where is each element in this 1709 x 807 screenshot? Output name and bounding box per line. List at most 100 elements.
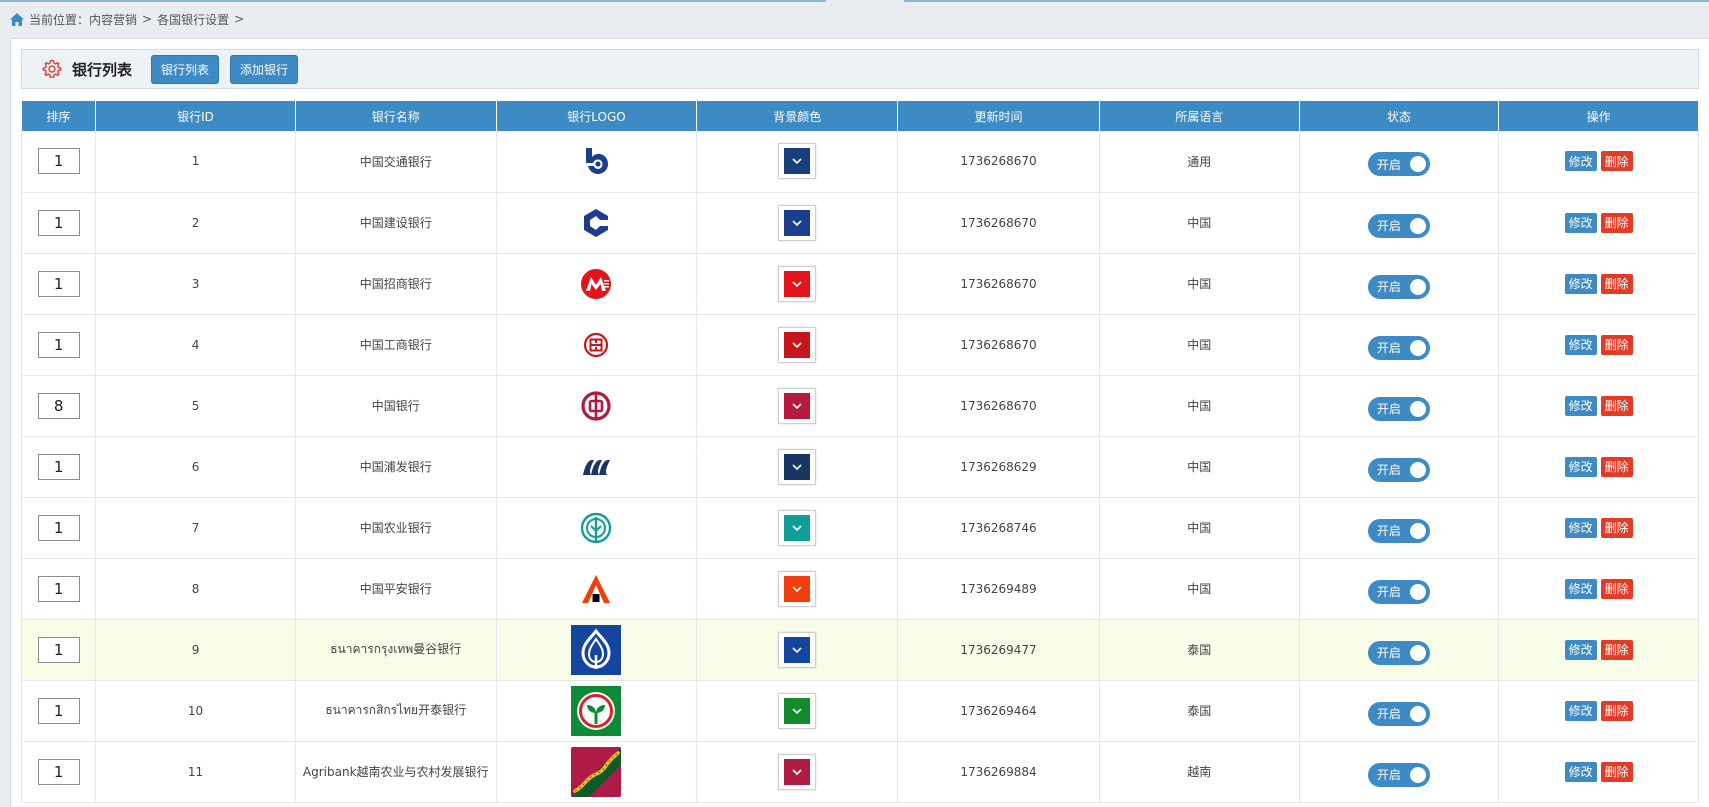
sort-order-input[interactable]: 1 [37,270,80,297]
sort-order-input[interactable]: 1 [37,575,80,602]
sort-order-input[interactable]: 1 [37,636,80,663]
delete-button[interactable]: 删除 [1600,578,1633,599]
bank-logo [580,148,612,175]
status-toggle[interactable]: 开启 [1367,457,1430,482]
sort-order-input[interactable]: 8 [37,392,80,419]
delete-button[interactable]: 删除 [1600,395,1633,416]
status-toggle[interactable]: 开启 [1367,152,1430,177]
column-header-updated[interactable]: 更新时间 [897,101,1100,131]
column-header-status[interactable]: 状态 [1299,101,1500,131]
sort-order-input[interactable]: 1 [37,148,80,175]
column-header-sort[interactable]: 排序 [21,101,97,131]
sort-order-input[interactable]: 1 [37,453,80,480]
status-toggle-label: 开启 [1376,646,1401,660]
color-picker[interactable] [778,326,817,363]
bank-name-cell: 中国平安银行 [295,558,497,620]
edit-button[interactable]: 修改 [1564,517,1597,538]
table-row: 1 9 ธนาคารกรุงเทพ曼谷银行 1736269477 泰国 开启 修… [20,619,1699,681]
color-picker[interactable] [778,448,817,485]
chevron-down-icon [792,707,802,714]
sort-order-input[interactable]: 1 [37,514,80,541]
status-toggle[interactable]: 开启 [1367,396,1430,421]
bank-table: 排序 银行ID 银行名称 银行LOGO 背景颜色 更新时间 所属语言 状态 操作… [20,101,1699,803]
status-toggle[interactable]: 开启 [1367,213,1430,238]
table-row: 1 3 中国招商银行 1736268670 中国 开启 修改 删除 [20,253,1699,315]
color-picker[interactable] [778,631,817,668]
delete-button[interactable]: 删除 [1600,761,1633,782]
status-toggle-label: 开启 [1376,280,1401,294]
color-picker[interactable] [778,753,817,790]
bank-id-cell: 6 [95,436,296,498]
bank-logo-cell [496,253,698,315]
table-row: 1 6 中国浦发银行 1736268629 中国 开启 修改 删除 [20,436,1699,498]
table-header-row: 排序 银行ID 银行名称 银行LOGO 背景颜色 更新时间 所属语言 状态 操作 [21,101,1699,131]
color-picker[interactable] [778,692,817,729]
column-header-bank-logo[interactable]: 银行LOGO [496,101,698,131]
column-header-bg-color[interactable]: 背景颜色 [696,101,899,131]
sort-cell: 1 [20,253,97,315]
edit-button[interactable]: 修改 [1564,761,1597,782]
column-header-bank-name[interactable]: 银行名称 [295,101,497,131]
status-toggle[interactable]: 开启 [1367,701,1430,726]
sort-order-input[interactable]: 1 [37,758,80,785]
bank-list-button[interactable]: 银行列表 [151,54,220,84]
delete-button[interactable]: 删除 [1600,700,1633,721]
toggle-knob [1409,522,1426,539]
bocom-logo [586,148,609,175]
bank-name-cell: 中国交通银行 [295,131,497,193]
bg-color-cell [696,375,899,437]
edit-button[interactable]: 修改 [1564,700,1597,721]
column-header-bank-id[interactable]: 银行ID [95,101,296,131]
bank-id-cell: 1 [95,131,296,193]
column-header-language[interactable]: 所属语言 [1099,101,1300,131]
sort-order-input[interactable]: 1 [37,331,80,358]
status-toggle[interactable]: 开启 [1367,335,1430,360]
sort-order-input[interactable]: 1 [37,209,80,236]
status-toggle-label: 开启 [1376,463,1401,477]
main-panel: 银行列表 银行列表 添加银行 排序 银行ID 银行名称 银行LOGO 背景颜色 … [10,38,1709,807]
delete-button[interactable]: 删除 [1600,456,1633,477]
color-picker[interactable] [778,204,817,241]
status-toggle[interactable]: 开启 [1367,518,1430,543]
edit-button[interactable]: 修改 [1564,334,1597,355]
boc-logo [581,390,612,421]
edit-button[interactable]: 修改 [1564,578,1597,599]
bank-logo [580,459,612,475]
edit-button[interactable]: 修改 [1564,639,1597,660]
toggle-knob [1409,400,1426,417]
edit-button[interactable]: 修改 [1564,151,1597,172]
table-row: 1 8 中国平安银行 1736269489 中国 开启 修改 删除 [20,558,1699,620]
bg-color-cell [696,680,899,742]
delete-button[interactable]: 删除 [1600,334,1633,355]
edit-button[interactable]: 修改 [1564,273,1597,294]
color-picker[interactable] [778,387,817,424]
home-icon[interactable] [10,12,24,26]
toggle-knob [1409,766,1426,783]
delete-button[interactable]: 删除 [1600,273,1633,294]
color-picker[interactable] [778,509,817,546]
edit-button[interactable]: 修改 [1564,456,1597,477]
updated-time-cell: 1736268746 [897,497,1100,559]
delete-button[interactable]: 删除 [1600,517,1633,538]
status-toggle[interactable]: 开启 [1367,579,1430,604]
color-picker[interactable] [778,265,817,302]
delete-button[interactable]: 删除 [1600,212,1633,233]
actions-cell: 修改 删除 [1498,192,1699,254]
color-picker[interactable] [778,143,817,180]
sort-order-input[interactable]: 1 [37,697,80,724]
breadcrumb-item-content-marketing[interactable]: 内容营销 [89,11,137,28]
status-toggle[interactable]: 开启 [1367,640,1430,665]
column-header-actions[interactable]: 操作 [1498,101,1699,131]
bank-logo [580,208,612,237]
edit-button[interactable]: 修改 [1564,395,1597,416]
color-picker[interactable] [778,570,817,607]
status-toggle[interactable]: 开启 [1367,274,1430,299]
status-toggle[interactable]: 开启 [1367,762,1430,787]
add-bank-button[interactable]: 添加银行 [230,54,299,84]
breadcrumb-item-bank-settings[interactable]: 各国银行设置 [157,11,229,28]
bg-color-cell [696,131,899,193]
edit-button[interactable]: 修改 [1564,212,1597,233]
status-cell: 开启 [1299,253,1500,315]
delete-button[interactable]: 删除 [1600,639,1633,660]
delete-button[interactable]: 删除 [1600,151,1633,172]
